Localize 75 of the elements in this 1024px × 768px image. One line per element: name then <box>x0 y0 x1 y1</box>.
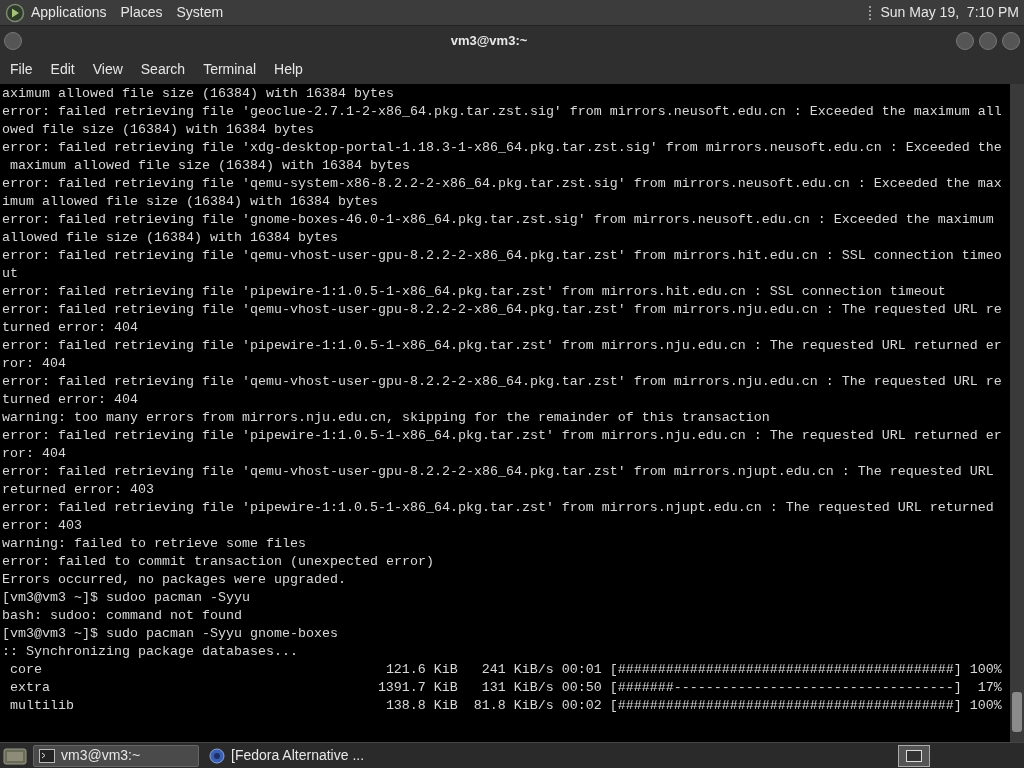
terminal-line: Errors occurred, no packages were upgraded. <box>2 571 346 589</box>
window-title: vm3@vm3:~ <box>449 31 529 50</box>
terminal-line: returned error: 403 <box>2 481 154 499</box>
terminal-line: bash: sudoo: command not found <box>2 607 242 625</box>
show-desktop-icon[interactable] <box>2 745 28 766</box>
workspace-switcher[interactable] <box>898 744 930 767</box>
menu-item[interactable]: Edit <box>43 59 82 80</box>
taskbar-button[interactable]: [Fedora Alternative ... <box>204 744 370 767</box>
terminal-line: error: failed retrieving file 'xdg-desktop-portal-1.18.3-1-x86_64.pkg.tar.zst.sig' from mirrors.neusoft.edu.cn : Exceeded the <box>2 139 1002 157</box>
repo-name: core <box>10 662 42 677</box>
terminal-icon <box>39 748 55 763</box>
repo-name: multilib <box>10 698 74 713</box>
terminal-line: ror: 404 <box>2 445 66 463</box>
scrollbar[interactable] <box>1010 84 1024 742</box>
menu-item[interactable]: View <box>85 59 130 80</box>
terminal-line: turned error: 404 <box>2 319 138 337</box>
terminal-line: error: failed retrieving file 'qemu-vhost-user-gpu-8.2.2-2-x86_64.pkg.tar.zst' from mirrors.nju.edu.cn : The requested URL re <box>2 301 1002 319</box>
taskbar-button[interactable]: vm3@vm3:~ <box>33 744 199 767</box>
panel-menu[interactable]: System <box>176 2 224 23</box>
terminal-line: error: failed retrieving file 'pipewire-1:1.0.5-1-x86_64.pkg.tar.zst' from mirrors.nju.edu.cn : The requested URL returned er <box>2 337 1002 355</box>
progress-percent: 100% <box>969 697 1002 715</box>
separator-handle-icon <box>868 3 873 22</box>
terminal-line: error: failed retrieving file 'geoclue-2.7.1-2-x86_64.pkg.tar.zst.sig' from mirrors.neusoft.edu.cn : Exceeded the maximum all <box>2 103 1002 121</box>
terminal-line: error: failed retrieving file 'qemu-system-x86-8.2.2-2-x86_64.pkg.tar.zst.sig' from mirrors.neusoft.edu.cn : Exceeded the max <box>2 175 1002 193</box>
terminal-line: turned error: 404 <box>2 391 138 409</box>
terminal-line: owed file size (16384) with 16384 bytes <box>2 121 314 139</box>
progress-bar-text: [##########################################] <box>609 661 962 679</box>
terminal-line: error: failed retrieving file 'qemu-vhost-user-gpu-8.2.2-2-x86_64.pkg.tar.zst' from mirrors.njupt.edu.cn : The requested URL <box>2 463 994 481</box>
progress-bar-text: [##########################################] <box>609 697 962 715</box>
download-rate: 81.8 KiB/s <box>473 697 554 715</box>
progress-percent: 100% <box>969 661 1002 679</box>
progress-bar-text: [#######-----------------------------------] <box>609 679 962 697</box>
repo-name: extra <box>10 680 50 695</box>
terminal-line: [vm3@vm3 ~]$ sudoo pacman -Syyu <box>2 589 250 607</box>
menu-item[interactable]: Search <box>133 59 193 80</box>
clock[interactable]: Sun May 19, 7:10 PM <box>880 2 1019 23</box>
terminal-line: error: failed retrieving file 'pipewire-1:1.0.5-1-x86_64.pkg.tar.zst' from mirrors.nju.edu.cn : The requested URL returned er <box>2 427 1002 445</box>
terminal-line: warning: failed to retrieve some files <box>2 535 306 553</box>
scrollbar-thumb[interactable] <box>1012 692 1022 732</box>
terminal-line: maximum allowed file size (16384) with 16384 bytes <box>9 157 410 175</box>
close-button[interactable] <box>1002 31 1020 50</box>
terminal-line: error: failed retrieving file 'pipewire-1:1.0.5-1-x86_64.pkg.tar.zst' from mirrors.njupt.edu.cn : The requested URL returned <box>2 499 994 517</box>
terminal-line: error: 403 <box>2 517 82 535</box>
elapsed-time: 00:02 <box>561 697 602 715</box>
terminal-line: ut <box>2 265 18 283</box>
terminal-line: error: failed retrieving file 'pipewire-1:1.0.5-1-x86_64.pkg.tar.zst' from mirrors.hit.edu.cn : SSL connection timeout <box>2 283 946 301</box>
menu-item[interactable]: Terminal <box>196 59 264 80</box>
menu-item[interactable]: Help <box>267 59 310 80</box>
elapsed-time: 00:50 <box>561 679 602 697</box>
maximize-button[interactable] <box>979 31 997 50</box>
terminal-line: imum allowed file size (16384) with 16384 bytes <box>2 193 378 211</box>
window-menu-button[interactable] <box>4 31 22 50</box>
terminal-line: error: failed to commit transaction (unexpected error) <box>2 553 434 571</box>
terminal-line: [vm3@vm3 ~]$ sudo pacman -Syyu gnome-boxes <box>2 625 338 643</box>
panel-menu[interactable]: Applications <box>31 2 107 23</box>
terminal-line: aximum allowed file size (16384) with 16384 bytes <box>2 85 394 103</box>
download-size: 138.8 KiB <box>385 697 458 715</box>
panel-menu[interactable]: Places <box>120 2 163 23</box>
logo-icon[interactable] <box>5 2 25 23</box>
download-size: 121.6 KiB <box>385 661 458 679</box>
terminal-line: error: failed retrieving file 'qemu-vhost-user-gpu-8.2.2-2-x86_64.pkg.tar.zst' from mirrors.hit.edu.cn : SSL connection timeo <box>2 247 1002 265</box>
elapsed-time: 00:01 <box>561 661 602 679</box>
terminal-line: :: Synchronizing package databases... <box>2 643 298 661</box>
terminal-line: warning: too many errors from mirrors.nju.edu.cn, skipping for the remainder of this transaction <box>2 409 770 427</box>
progress-percent: 17% <box>977 679 1002 697</box>
globe-icon <box>209 747 225 764</box>
download-rate: 241 KiB/s <box>481 661 554 679</box>
terminal-line: allowed file size (16384) with 16384 bytes <box>2 229 338 247</box>
download-rate: 131 KiB/s <box>481 679 554 697</box>
terminal-line: error: failed retrieving file 'qemu-vhost-user-gpu-8.2.2-2-x86_64.pkg.tar.zst' from mirrors.nju.edu.cn : The requested URL re <box>2 373 1002 391</box>
menu-item[interactable]: File <box>3 59 40 80</box>
terminal-line: error: failed retrieving file 'gnome-boxes-46.0-1-x86_64.pkg.tar.zst.sig' from mirrors.neusoft.edu.cn : Exceeded the maximum <box>2 211 994 229</box>
minimize-button[interactable] <box>956 31 974 50</box>
download-size: 1391.7 KiB <box>377 679 458 697</box>
terminal-line: ror: 404 <box>2 355 66 373</box>
